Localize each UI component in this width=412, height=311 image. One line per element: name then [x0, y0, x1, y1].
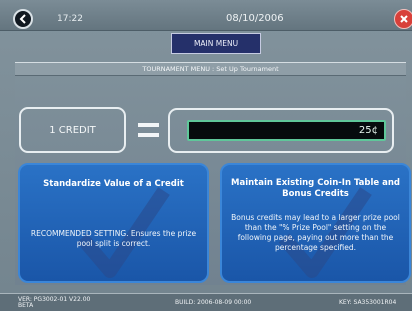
main-menu-button[interactable]: MAIN MENU	[171, 33, 261, 54]
current-date: 08/10/2006	[226, 13, 284, 24]
credit-value-field[interactable]: 25¢	[187, 120, 386, 141]
standardize-credit-option[interactable]: Standardize Value of a Credit RECOMMENDE…	[18, 163, 209, 283]
top-bar: 17:22 08/10/2006	[0, 0, 412, 31]
option-title: Standardize Value of a Credit	[43, 179, 184, 189]
option-description: RECOMMENDED SETTING. Ensures the prize p…	[30, 229, 197, 248]
equals-icon	[138, 123, 159, 137]
maintain-coin-in-option[interactable]: Maintain Existing Coin-In Table and Bonu…	[220, 163, 411, 283]
clock-time: 17:22	[57, 14, 83, 24]
version-info: VER: PG3002-01 V22.00 BETA	[18, 297, 90, 309]
tournament-setup-screen: 17:22 08/10/2006 MAIN MENU TOURNAMENT ME…	[0, 0, 412, 311]
version-tag: BETA	[18, 302, 34, 309]
close-icon	[400, 15, 408, 23]
back-arrow-icon	[19, 14, 26, 24]
credit-unit-label: 1 CREDIT	[19, 107, 126, 153]
option-description: Bonus credits may lead to a larger prize…	[231, 213, 400, 252]
close-button[interactable]	[394, 9, 412, 29]
status-footer: VER: PG3002-01 V22.00 BETA BUILD: 2006-0…	[0, 293, 412, 311]
back-button[interactable]	[13, 9, 33, 29]
option-title: Maintain Existing Coin-In Table and Bonu…	[231, 178, 400, 199]
key-info: KEY: SA353001R04	[339, 299, 397, 306]
breadcrumb: TOURNAMENT MENU : Set Up Tournament	[15, 62, 406, 76]
build-info: BUILD: 2006-08-09 00:00	[175, 299, 252, 306]
